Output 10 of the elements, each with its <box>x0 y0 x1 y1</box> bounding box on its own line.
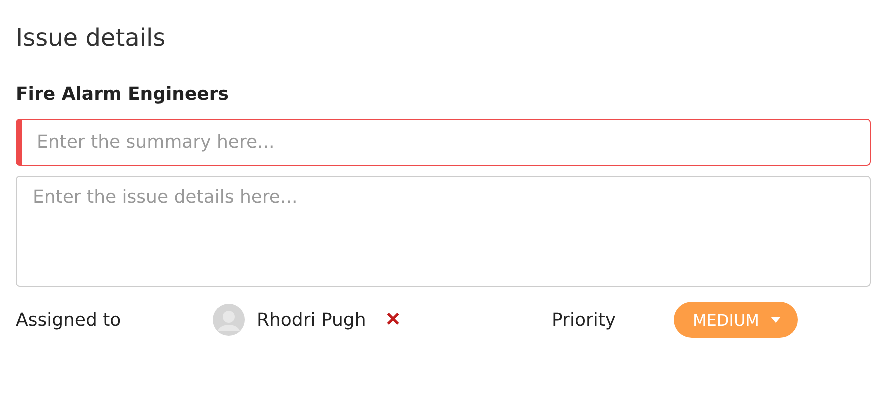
details-field[interactable]: Enter the issue details here... <box>16 176 871 287</box>
summary-field[interactable]: Enter the summary here... <box>16 119 871 166</box>
assigned-label: Assigned to <box>16 310 122 330</box>
remove-button[interactable]: × <box>384 308 402 332</box>
team-name: Fire Alarm Engineers <box>16 83 230 107</box>
section-title: Issue details <box>16 23 167 54</box>
caret-icon <box>771 317 782 323</box>
avatar-icon <box>213 304 245 336</box>
priority-label: Priority <box>552 310 618 330</box>
assignee-name: Rhodri Pugh <box>257 310 366 330</box>
